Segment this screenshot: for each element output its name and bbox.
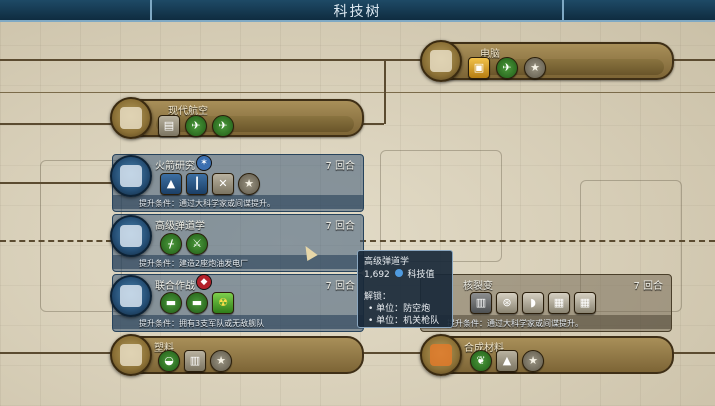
rocket-unit-icon[interactable]: ▲ xyxy=(160,173,182,195)
reactor-icon[interactable]: ▥ xyxy=(470,292,492,314)
connector-line xyxy=(0,92,715,93)
building-icon[interactable]: ▲ xyxy=(496,350,518,372)
tech-medal-radio[interactable] xyxy=(420,40,462,82)
atom-icon[interactable]: ⊛ xyxy=(496,292,518,314)
inspiration-badge-icon: ◆ xyxy=(196,274,212,290)
ballistics-icon xyxy=(120,225,142,247)
connector-line xyxy=(360,352,422,354)
tech-medal-plastics[interactable] xyxy=(110,334,152,376)
tech-medal-ballistics[interactable] xyxy=(110,215,152,257)
eureka-badge-icon: ✶ xyxy=(196,155,212,171)
aircraft-icon xyxy=(120,107,142,129)
boost-condition: 提升条件：拥有3支军队或无敌舰队 xyxy=(139,319,265,328)
connector-line xyxy=(0,182,112,184)
cost-value: 1,692 xyxy=(364,270,390,280)
star-icon[interactable]: ★ xyxy=(238,173,260,195)
turns-label: 7 回合 xyxy=(325,161,355,172)
turns-label: 7 回合 xyxy=(325,221,355,232)
factory-icon[interactable]: ▥ xyxy=(184,350,206,372)
plane-unit-icon[interactable]: ✈ xyxy=(496,57,518,79)
resource-icon[interactable]: ◒ xyxy=(158,350,180,372)
ship-unit-icon[interactable]: ▬ xyxy=(160,292,182,314)
bottle-icon xyxy=(120,344,142,366)
machine-gun-unit-icon[interactable]: ⚔ xyxy=(186,233,208,255)
launch-icon[interactable]: ┃ xyxy=(186,173,208,195)
connector-line xyxy=(0,240,112,242)
boost-condition: 提升条件：通过大科学家或间谍提升。 xyxy=(447,319,583,328)
plane-unit-icon[interactable]: ✈ xyxy=(212,115,234,137)
honeycomb-icon xyxy=(430,344,452,366)
tech-medal-combined-arms[interactable] xyxy=(110,275,152,317)
star-icon[interactable]: ★ xyxy=(210,350,232,372)
tech-medal-rocketry[interactable] xyxy=(110,155,152,197)
tech-panel-nuclear-fission[interactable]: 核裂变 7 回合 提升条件：通过大科学家或间谍提升。 xyxy=(420,274,672,332)
page-title: 科技树 xyxy=(333,4,382,20)
star-icon[interactable]: ★ xyxy=(524,57,546,79)
connector-line xyxy=(0,123,112,125)
tooltip: 高级弹道学 1,692 科技值 解锁： • 单位：防空炮 • 单位：机关枪队 xyxy=(357,250,453,328)
connector-line xyxy=(0,59,422,61)
star-icon[interactable]: ★ xyxy=(522,350,544,372)
resource-icon[interactable]: ❦ xyxy=(470,350,492,372)
unlock-item: • 单位：机关枪队 xyxy=(368,316,440,326)
connector-line xyxy=(360,240,715,242)
bomb-icon[interactable]: ◗ xyxy=(522,292,544,314)
connector-line xyxy=(0,352,112,354)
tech-node-plastics[interactable]: 塑料 xyxy=(118,336,364,374)
tech-name: 联合作战 xyxy=(155,281,195,292)
cost-label: 科技值 xyxy=(407,270,435,280)
tech-node-synthetic-materials[interactable]: 合成材料 xyxy=(428,336,674,374)
connector-line xyxy=(384,59,386,124)
tech-name: 核裂变 xyxy=(463,281,493,292)
ship-unit-icon[interactable]: ▬ xyxy=(186,292,208,314)
boost-condition: 提升条件：建造2座炮油发电厂 xyxy=(139,259,249,268)
tech-medal-synthetic[interactable] xyxy=(420,334,462,376)
tech-node-radio[interactable]: 电脑 xyxy=(430,42,674,80)
turns-label: 7 回合 xyxy=(633,281,663,292)
tech-node-modern-flight[interactable]: 现代航空 xyxy=(118,99,364,137)
tech-name: 高级弹道学 xyxy=(155,221,205,232)
satellite-icon[interactable]: ✕ xyxy=(212,173,234,195)
tooltip-cost: 1,692 科技值 xyxy=(364,267,435,280)
tech-name: 火箭研究 xyxy=(155,161,195,172)
plane-unit-icon[interactable]: ✈ xyxy=(185,115,207,137)
science-icon xyxy=(394,269,403,277)
turns-label: 7 回合 xyxy=(325,281,355,292)
boost-condition: 提升条件：通过大科学家或间谍提升。 xyxy=(139,199,275,208)
background-sketch xyxy=(380,150,502,262)
fleet-icon xyxy=(120,285,142,307)
rocket-icon xyxy=(120,165,142,187)
plant-icon[interactable]: ▦ xyxy=(548,292,570,314)
unlock-building-icon[interactable]: ▣ xyxy=(468,57,490,79)
connector-line xyxy=(670,59,715,61)
tech-medal-modern-flight[interactable] xyxy=(110,97,152,139)
anti-air-unit-icon[interactable]: ᚋ xyxy=(160,233,182,255)
airport-icon[interactable]: ▤ xyxy=(158,115,180,137)
nuclear-icon[interactable]: ☢ xyxy=(212,292,234,314)
connector-line xyxy=(670,352,715,354)
computer-icon xyxy=(430,50,452,72)
tooltip-title: 高级弹道学 xyxy=(364,257,410,267)
plant-icon[interactable]: ▦ xyxy=(574,292,596,314)
title-bar: 科技树 xyxy=(0,0,715,22)
